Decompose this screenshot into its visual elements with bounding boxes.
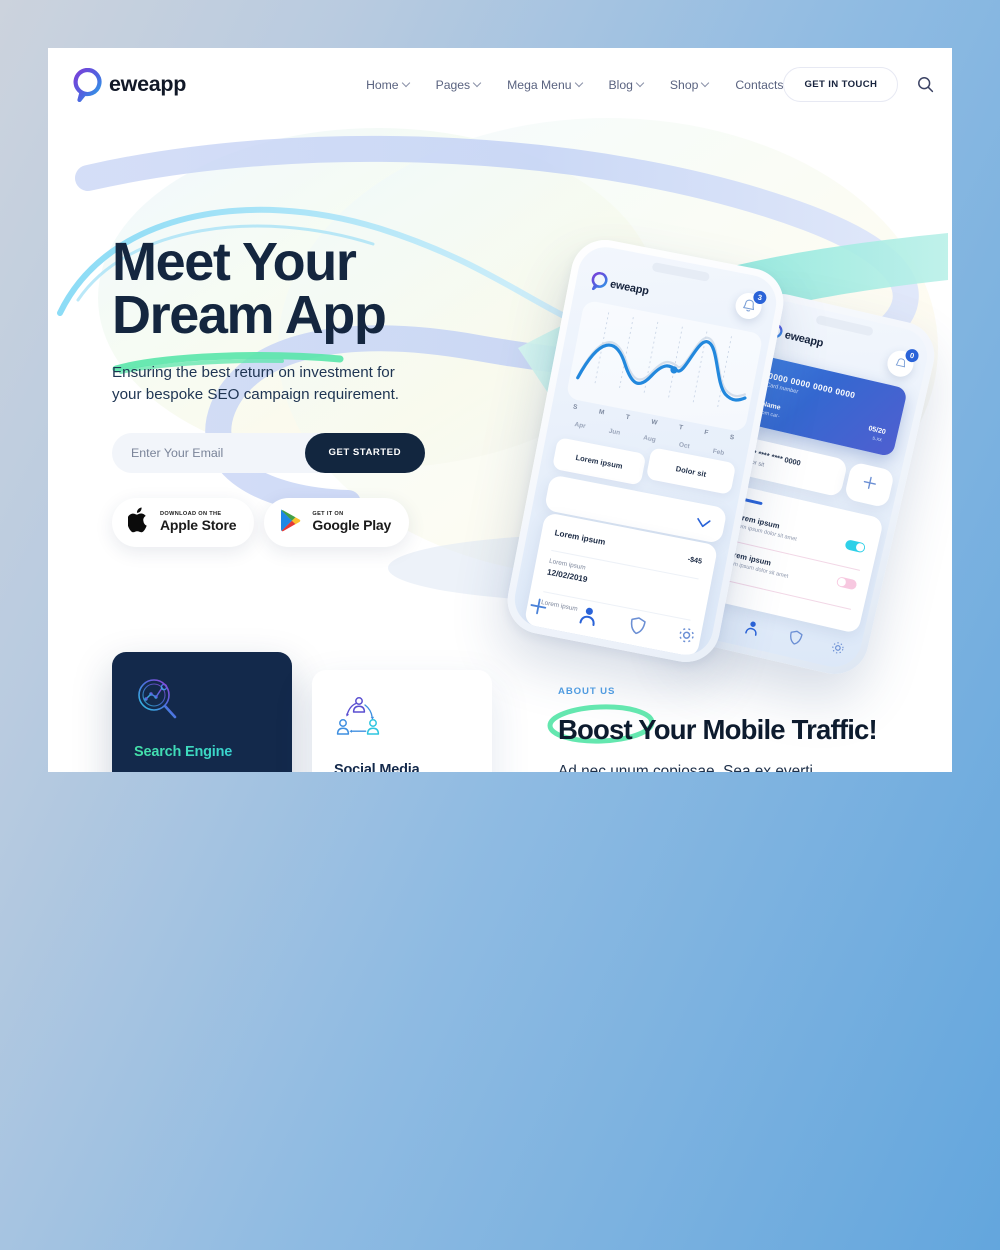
nav-menu: Home Pages Mega Menu Blog Shop Contacts: [366, 78, 783, 92]
chevron-down-icon: [403, 80, 410, 87]
site-logo[interactable]: eweapp: [72, 67, 187, 102]
month-label: Feb: [712, 447, 725, 457]
weekday-label: F: [703, 428, 709, 437]
page-title: Meet Your Dream App: [112, 235, 512, 345]
chevron-check-icon: [694, 514, 711, 534]
about-title-rest: Your Mobile Traffic!: [631, 714, 877, 745]
shield-icon[interactable]: [627, 615, 647, 641]
email-input[interactable]: [112, 432, 297, 473]
nav-item-shop[interactable]: Shop: [670, 78, 709, 92]
apple-store-big-label: Apple Store: [160, 516, 237, 533]
phone-mockups: eweapp 0 0000 0000 0000 0000 Card number: [501, 196, 952, 706]
about-title-wrap: Boost Your Mobile Traffic!: [547, 704, 938, 746]
logo-text: eweapp: [109, 72, 187, 96]
month-label: Oct: [678, 441, 691, 451]
nav-item-label: Mega Menu: [507, 77, 572, 92]
month-label: Apr: [573, 421, 587, 431]
card-expiry-value: 05/20: [867, 425, 887, 437]
get-in-touch-button[interactable]: GET IN TOUCH: [783, 67, 899, 102]
google-play-icon: [280, 508, 302, 537]
chevron-down-icon: [474, 80, 481, 87]
weekday-label: S: [572, 403, 579, 412]
month-label: Jun: [608, 427, 621, 437]
about-title: Boost Your Mobile Traffic!: [558, 714, 938, 746]
weekday-label: W: [650, 418, 658, 427]
about-eyebrow: ABOUT US: [558, 686, 616, 697]
nav-item-contacts[interactable]: Contacts: [735, 78, 783, 92]
about-title-highlight: Boost: [558, 714, 633, 745]
phone-a-notch: [650, 261, 710, 282]
settings-row[interactable]: Lorem ipsum Lorem ipsum dolor sit amet: [730, 511, 867, 558]
nav-item-label: Blog: [608, 77, 633, 92]
transaction-title: Lorem ipsum: [553, 528, 607, 547]
phone-b-bell-icon[interactable]: 0: [884, 347, 920, 380]
apple-store-labels: DOWNLOAD ON THE Apple Store: [160, 511, 237, 533]
plus-icon[interactable]: [527, 595, 549, 621]
hero-copy: Meet Your Dream App Ensuring the best re…: [112, 235, 512, 547]
shield-icon[interactable]: [786, 629, 803, 651]
nav-item-label: Shop: [669, 77, 699, 92]
nav-item-home[interactable]: Home: [366, 78, 410, 92]
list-item[interactable]: Lorem ipsum 12/02/2019: [546, 558, 590, 584]
nav-item-blog[interactable]: Blog: [609, 78, 644, 92]
nav-item-pages[interactable]: Pages: [436, 78, 482, 92]
chevron-down-icon: [576, 80, 583, 87]
phone-b-logo-text: eweapp: [783, 328, 825, 350]
social-network-icon: [334, 694, 470, 742]
settings-row[interactable]: Lorem ipsum Lorem ipsum dolor sit amet: [722, 548, 858, 595]
search-analytics-icon: [134, 676, 270, 724]
weekday-label: S: [729, 433, 735, 442]
transaction-amount: -$45: [687, 554, 703, 566]
weekday-label: T: [625, 413, 631, 422]
get-started-button[interactable]: GET STARTED: [304, 432, 425, 473]
nav-item-label: Pages: [435, 77, 471, 92]
nav-item-label: Home: [366, 77, 399, 92]
gear-icon[interactable]: [675, 624, 697, 650]
hero-section: Meet Your Dream App Ensuring the best re…: [48, 121, 952, 681]
chevron-down-icon: [637, 80, 644, 87]
nav-item-label: Contacts: [735, 77, 784, 92]
eweapp-pin-logo-icon: [72, 67, 102, 102]
phone-a-bell-icon[interactable]: 3: [733, 289, 768, 322]
hero-subtitle-line-2: your bespoke SEO campaign requirement.: [112, 385, 400, 403]
month-label: Aug: [642, 434, 657, 444]
google-play-big-label: Google Play: [312, 516, 392, 533]
search-icon[interactable]: [914, 74, 936, 96]
phone-a-app-logo: eweapp: [589, 271, 651, 301]
hero-title-line-2: Dream App: [112, 284, 387, 345]
about-us-section: ABOUT US Boost Your Mobile Traffic! Ad n…: [547, 686, 938, 772]
nav-item-mega-menu[interactable]: Mega Menu: [507, 78, 582, 92]
email-signup-form: GET STARTED: [112, 432, 425, 473]
service-card-search-engine[interactable]: Search Engine: [112, 652, 292, 772]
app-store-buttons: DOWNLOAD ON THE Apple Store GET IT ON Go…: [112, 497, 512, 547]
phone-b-notch: [815, 314, 874, 337]
card-expiry-label: s.xx: [871, 435, 883, 444]
service-card-title: Social Media: [334, 762, 420, 772]
hero-subtitle-line-1: Ensuring the best return on investment f…: [112, 363, 395, 381]
hero-subtitle: Ensuring the best return on investment f…: [112, 362, 512, 406]
add-card-button[interactable]: [843, 461, 896, 509]
person-icon[interactable]: [577, 605, 599, 632]
website-page-panel: eweapp Home Pages Mega Menu Blog Shop Co…: [48, 48, 952, 772]
weekday-label: M: [598, 408, 605, 417]
chevron-down-icon: [702, 80, 709, 87]
about-body-text: Ad nec unum copiosae. Sea ex everti: [558, 763, 813, 772]
google-play-labels: GET IT ON Google Play: [312, 511, 392, 533]
apple-logo-icon: [127, 507, 150, 538]
phone-a-logo-text: eweapp: [609, 277, 650, 298]
weekday-label: T: [678, 423, 684, 432]
plus-icon: [860, 474, 878, 496]
hero-title-line-1: Meet Your: [112, 232, 357, 292]
main-navbar: eweapp Home Pages Mega Menu Blog Shop Co…: [48, 48, 952, 121]
nav-right-actions: GET IN TOUCH: [783, 67, 952, 102]
google-play-button[interactable]: GET IT ON Google Play: [264, 497, 410, 547]
person-icon[interactable]: [743, 619, 761, 642]
service-card-title: Search Engine: [134, 744, 270, 760]
apple-store-button[interactable]: DOWNLOAD ON THE Apple Store: [112, 497, 255, 547]
service-card-social-media[interactable]: Social Media: [312, 670, 492, 772]
